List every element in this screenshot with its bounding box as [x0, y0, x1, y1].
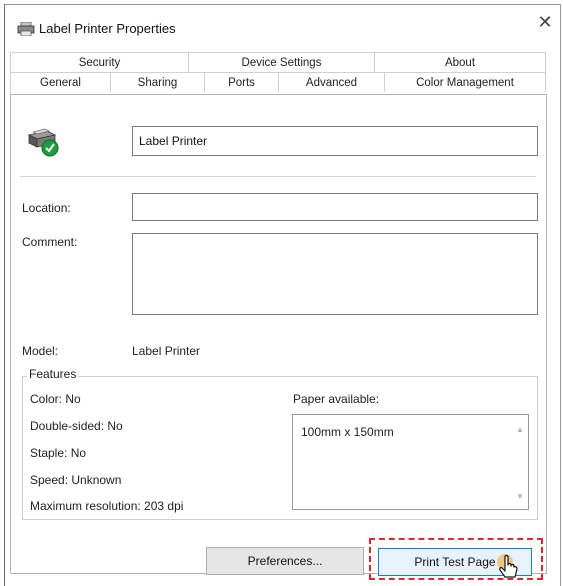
scroll-down-icon[interactable]: ▼ [516, 492, 524, 501]
feature-max-resolution: Maximum resolution: 203 dpi [30, 499, 184, 513]
tab-device-settings[interactable]: Device Settings [188, 52, 374, 72]
tab-ports[interactable]: Ports [204, 72, 278, 92]
feature-speed: Speed: Unknown [30, 473, 122, 487]
paper-available-label: Paper available: [293, 392, 380, 406]
features-title: Features [27, 367, 79, 381]
printer-icon [17, 22, 35, 36]
tab-row-front: General Sharing Ports Advanced Color Man… [10, 72, 546, 94]
preferences-button[interactable]: Preferences... [206, 547, 364, 575]
feature-staple: Staple: No [30, 446, 87, 460]
tab-row-back: Security Device Settings About [10, 52, 546, 72]
tab-sharing[interactable]: Sharing [110, 72, 204, 92]
tab-general[interactable]: General [10, 72, 110, 94]
paper-list-scrollbar[interactable]: ▲ ▼ [512, 415, 528, 509]
scroll-up-icon[interactable]: ▲ [516, 425, 524, 434]
comment-field[interactable] [132, 233, 538, 315]
comment-label: Comment: [22, 235, 78, 249]
window-title: Label Printer Properties [39, 21, 176, 36]
feature-double-sided: Double-sided: No [30, 419, 123, 433]
tab-security[interactable]: Security [10, 52, 188, 72]
close-button[interactable]: ✕ [529, 6, 561, 38]
tab-color-management[interactable]: Color Management [384, 72, 546, 92]
model-value: Label Printer [132, 344, 201, 358]
tab-about[interactable]: About [374, 52, 546, 72]
title-bar: Label Printer Properties [5, 5, 560, 49]
location-label: Location: [22, 201, 71, 215]
hand-pointer-icon [497, 554, 518, 578]
printer-ready-icon [27, 128, 59, 157]
divider [20, 176, 536, 177]
feature-color: Color: No [30, 392, 81, 406]
printer-name-field[interactable]: Label Printer [132, 126, 538, 156]
location-field[interactable] [132, 193, 538, 221]
tab-advanced[interactable]: Advanced [278, 72, 384, 92]
model-label: Model: [22, 344, 59, 358]
paper-list[interactable]: 100mm x 150mm ▲ ▼ [292, 414, 529, 510]
list-item[interactable]: 100mm x 150mm [301, 425, 394, 439]
